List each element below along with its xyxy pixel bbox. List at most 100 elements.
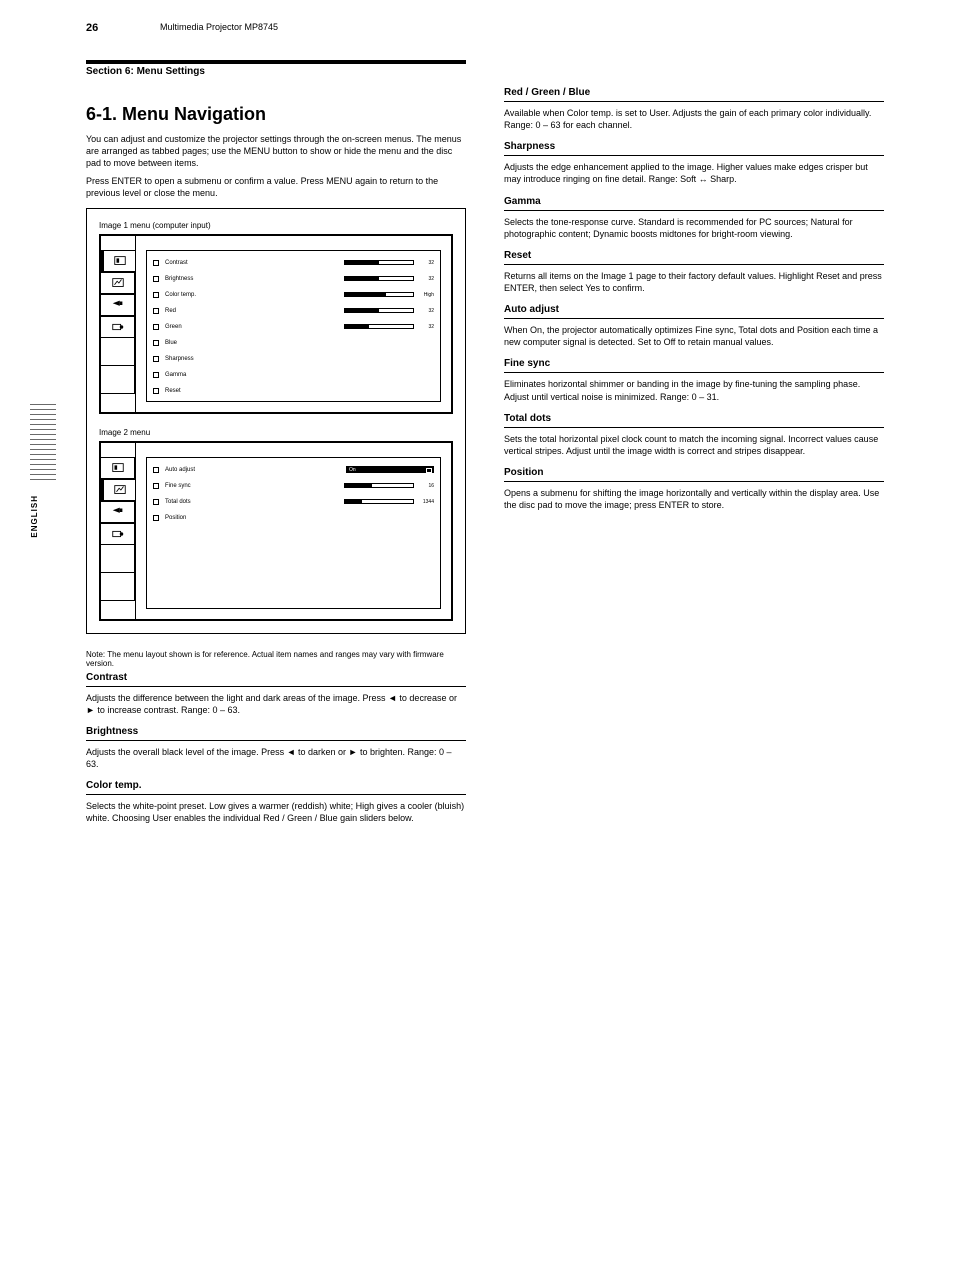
osd-item-label: Green	[165, 324, 338, 330]
setting-block: Position Opens a submenu for shifting the…	[504, 467, 884, 511]
setting-desc: Selects the white-point preset. Low give…	[86, 800, 466, 824]
bullet-icon	[153, 276, 159, 282]
setting-title: Position	[504, 467, 884, 478]
osd-row[interactable]: Color temp. High	[153, 287, 434, 303]
osd-panel-2: Auto adjustOnFine sync16Total dots1344 Po…	[99, 441, 453, 621]
osd-tab-blank-1b	[101, 366, 135, 394]
osd-tab-blank-2b	[101, 573, 135, 601]
bullet-icon	[153, 467, 159, 473]
setup-icon	[111, 527, 125, 541]
setting-desc: When On, the projector automatically opt…	[504, 324, 884, 348]
osd-slider[interactable]	[344, 308, 414, 313]
osd-slider[interactable]	[344, 260, 414, 265]
setting-rule	[86, 686, 466, 687]
osd-slider[interactable]	[344, 483, 414, 488]
setting-rule	[504, 101, 884, 102]
osd-row[interactable]: Total dots1344	[153, 494, 434, 510]
setting-block: Total dotsSets the total horizontal pixe…	[504, 413, 884, 457]
osd-slider[interactable]	[344, 499, 414, 504]
osd2-tab-image1[interactable]	[101, 457, 135, 479]
setting-title: Color temp.	[86, 780, 466, 791]
osd-row[interactable]: Position	[153, 510, 434, 526]
setting-desc: Opens a submenu for shifting the image h…	[504, 487, 884, 511]
osd2-label: Image 2 menu	[99, 428, 453, 437]
setting-desc: Adjusts the overall black level of the i…	[86, 746, 466, 770]
side-stripes	[30, 404, 56, 484]
osd-item-label: Fine sync	[165, 483, 338, 489]
osd-body-1: Contrast32Brightness32Color temp.HighRed…	[135, 236, 451, 412]
osd-row[interactable]: Gamma	[153, 367, 434, 383]
osd-slider[interactable]	[344, 292, 414, 297]
osd-item-label: Red	[165, 308, 338, 314]
osd-item-label: Sharpness	[165, 356, 434, 362]
osd-row[interactable]: Red 32	[153, 303, 434, 319]
osd-item-label: Position	[165, 515, 434, 521]
osd-dropdown[interactable]: On	[346, 466, 434, 473]
setting-title: Sharpness	[504, 141, 884, 152]
side-language-label: ENGLISH	[30, 495, 39, 538]
setting-block: Red / Green / BlueAvailable when Color t…	[504, 87, 884, 131]
setting-title: Contrast	[86, 672, 466, 683]
bullet-icon	[153, 483, 159, 489]
chapter-heading: Section 6: Menu Settings	[86, 66, 894, 77]
setting-block: Auto adjust When On, the projector automa…	[504, 304, 884, 348]
osd-slider[interactable]	[344, 276, 414, 281]
bullet-icon	[153, 260, 159, 266]
osd-tab-blank-2a	[101, 545, 135, 573]
bullet-icon	[153, 324, 159, 330]
osd-item-label: Reset	[165, 388, 434, 394]
osd-tab-image1[interactable]	[101, 250, 135, 272]
osd-value: High	[416, 292, 434, 298]
osd-item-label: Gamma	[165, 372, 434, 378]
setting-block: ResetReturns all items on the Image 1 pa…	[504, 250, 884, 294]
setting-rule	[86, 740, 466, 741]
bullet-icon	[153, 499, 159, 505]
setting-title: Auto adjust	[504, 304, 884, 315]
image2-icon	[113, 483, 127, 497]
osd-item-label: Color temp.	[165, 292, 338, 298]
osd-item-label: Blue	[165, 340, 434, 346]
osd-row[interactable]: Green32	[153, 319, 434, 335]
setup-icon	[111, 320, 125, 334]
bullet-icon	[153, 372, 159, 378]
osd-tab-input[interactable]	[101, 294, 135, 316]
left-column: 6-1. Menu Navigation You can adjust and …	[86, 87, 466, 834]
bullet-icon	[153, 356, 159, 362]
product-line: Multimedia Projector MP8745	[160, 22, 278, 32]
setting-title: Total dots	[504, 413, 884, 424]
osd2-tab-setup[interactable]	[101, 523, 135, 545]
page-number: 26	[86, 22, 98, 34]
bullet-icon	[153, 515, 159, 521]
setting-rule	[504, 210, 884, 211]
osd-row[interactable]: Reset	[153, 383, 434, 399]
osd-row[interactable]: Contrast32	[153, 255, 434, 271]
osd-row[interactable]: Brightness 32	[153, 271, 434, 287]
heading-rule	[86, 60, 466, 64]
osd-slider[interactable]	[344, 324, 414, 329]
osd-value: 32	[416, 276, 434, 282]
osd2-tab-image2[interactable]	[101, 479, 135, 501]
osd-value: 32	[416, 308, 434, 314]
image1-icon	[113, 254, 127, 268]
setting-rule	[504, 372, 884, 373]
osd-item-label: Brightness	[165, 276, 338, 282]
setting-desc: Adjusts the edge enhancement applied to …	[504, 161, 884, 185]
osd-row[interactable]: Sharpness	[153, 351, 434, 367]
image2-icon	[111, 276, 125, 290]
osd-row[interactable]: Auto adjustOn	[153, 462, 434, 478]
setting-title: Red / Green / Blue	[504, 87, 884, 98]
setting-block: GammaSelects the tone-response curve. St…	[504, 196, 884, 240]
osd-item-label: Contrast	[165, 260, 338, 266]
setting-title: Reset	[504, 250, 884, 261]
image1-icon	[111, 461, 125, 475]
bullet-icon	[153, 388, 159, 394]
osd2-tab-input[interactable]	[101, 501, 135, 523]
setting-rule	[504, 264, 884, 265]
osd-tab-image2[interactable]	[101, 272, 135, 294]
osd-tab-setup[interactable]	[101, 316, 135, 338]
setting-rule	[86, 794, 466, 795]
intro-p2: Press ENTER to open a submenu or confirm…	[86, 175, 466, 199]
input-icon	[111, 505, 125, 519]
osd-row[interactable]: Fine sync16	[153, 478, 434, 494]
osd-row[interactable]: Blue	[153, 335, 434, 351]
